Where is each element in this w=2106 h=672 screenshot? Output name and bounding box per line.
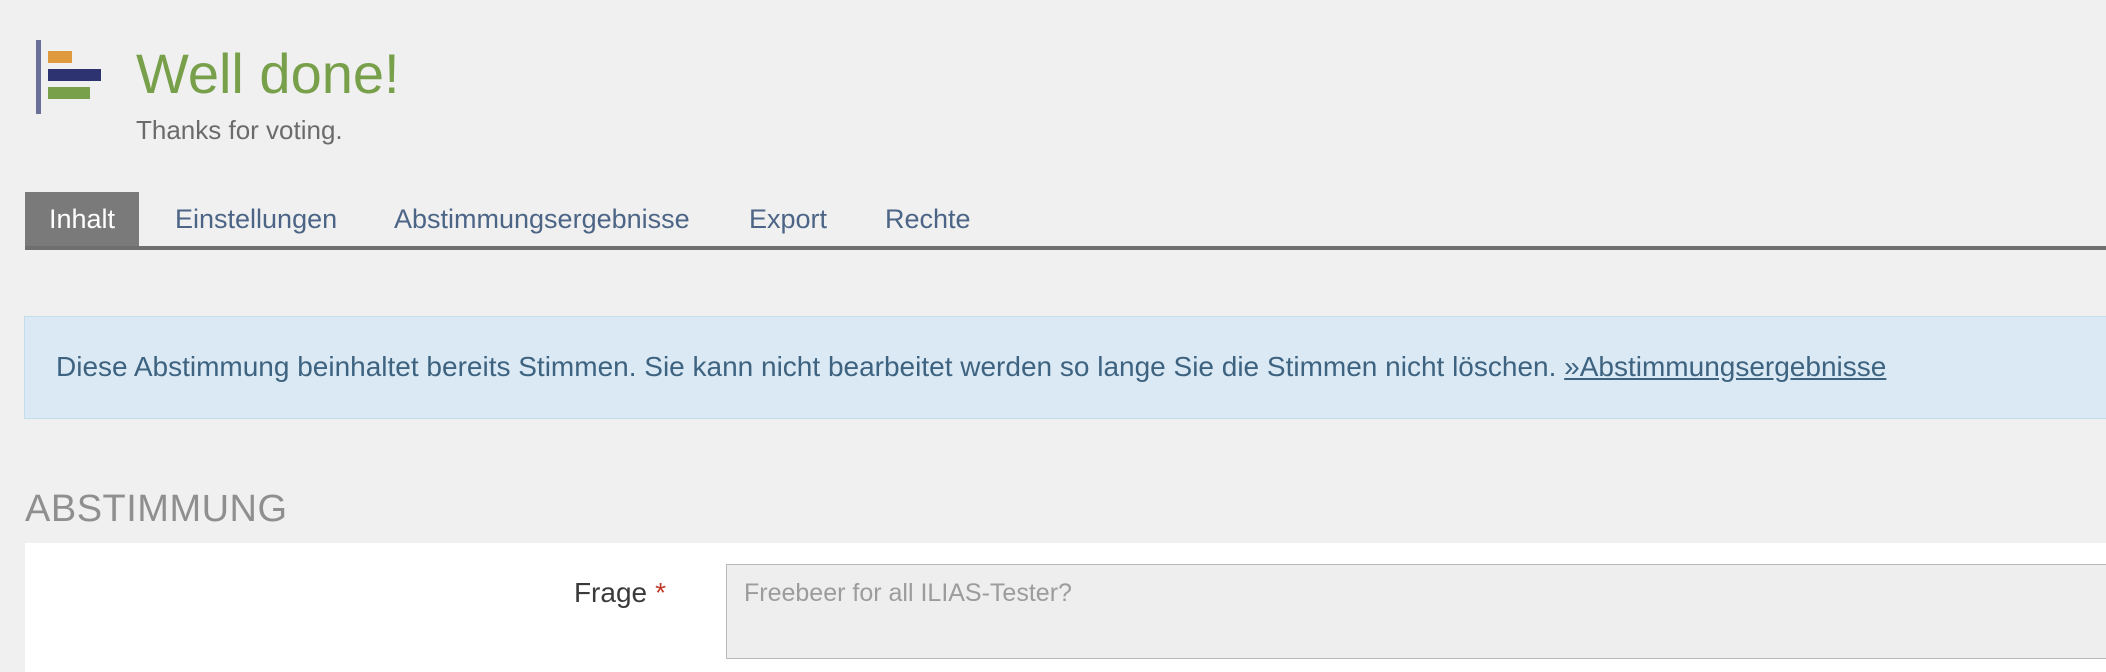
section-title: ABSTIMMUNG bbox=[25, 488, 288, 530]
form-panel: Frage * bbox=[25, 543, 2106, 672]
question-label: Frage bbox=[573, 577, 648, 608]
alert-text: Diese Abstimmung beinhaltet bereits Stim… bbox=[56, 347, 1886, 387]
tab-einstellungen[interactable]: Einstellungen bbox=[175, 192, 337, 246]
question-label-group: Frage * bbox=[574, 573, 666, 613]
page-title: Well done! bbox=[136, 42, 400, 105]
tab-rechte[interactable]: Rechte bbox=[885, 192, 971, 246]
results-link[interactable]: »Abstimmungsergebnisse bbox=[1564, 351, 1886, 382]
tab-abstimmungsergebnisse[interactable]: Abstimmungsergebnisse bbox=[394, 192, 690, 246]
tab-inhalt[interactable]: Inhalt bbox=[25, 192, 140, 246]
tab-export[interactable]: Export bbox=[749, 192, 827, 246]
page-header: Well done! Thanks for voting. bbox=[0, 0, 2106, 160]
tab-bar: Inhalt Einstellungen Abstimmungsergebnis… bbox=[25, 192, 2106, 250]
page-subtitle: Thanks for voting. bbox=[136, 115, 343, 145]
poll-icon bbox=[36, 40, 101, 114]
required-marker: * bbox=[655, 577, 666, 608]
info-alert: Diese Abstimmung beinhaltet bereits Stim… bbox=[24, 316, 2106, 419]
question-input[interactable] bbox=[726, 564, 2106, 659]
alert-message: Diese Abstimmung beinhaltet bereits Stim… bbox=[56, 351, 1557, 382]
